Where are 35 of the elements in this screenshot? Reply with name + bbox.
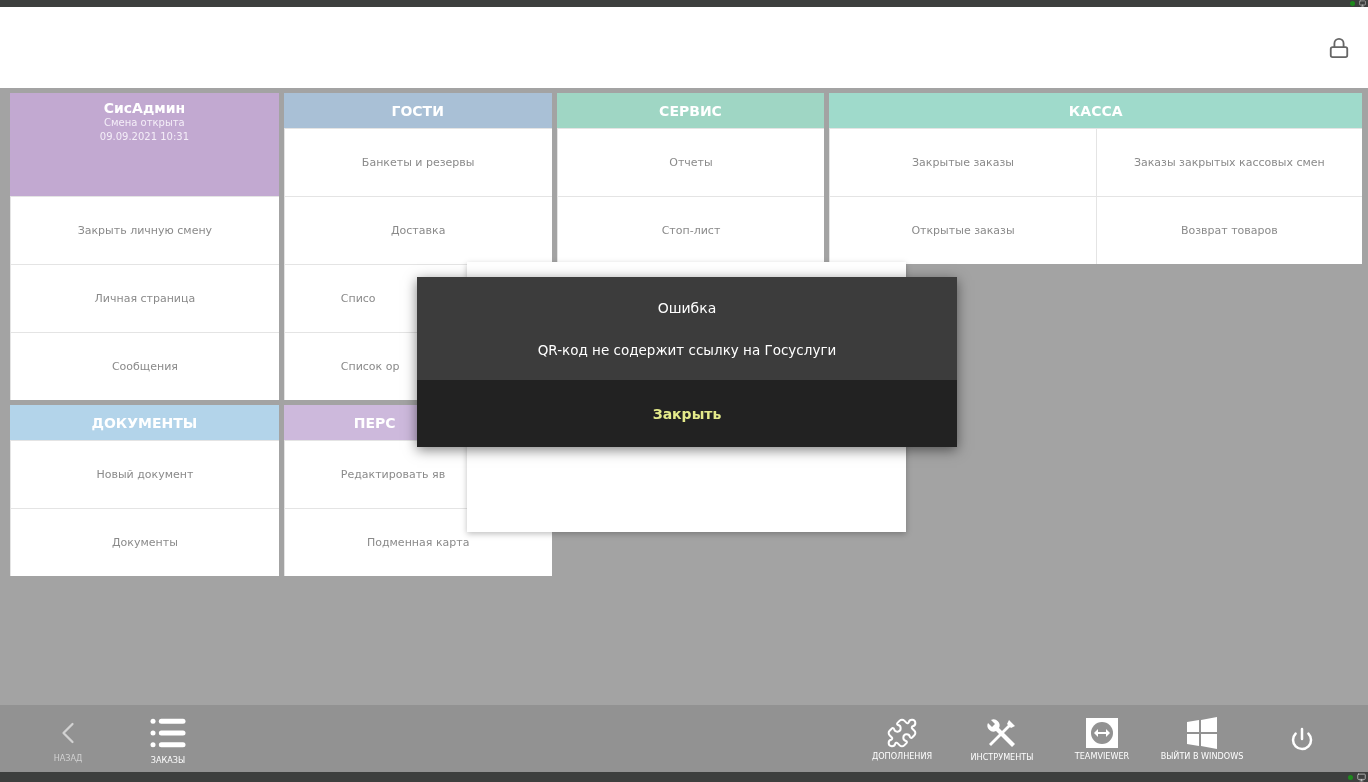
- dialog-title: Ошибка: [657, 299, 717, 316]
- toolbar-button[interactable]: ВЫЙТИ В WINDOWS: [1156, 705, 1248, 772]
- toolbar-button[interactable]: ЗАКАЗЫ: [122, 705, 214, 772]
- toolbar-button[interactable]: ДОПОЛНЕНИЯ: [856, 705, 948, 772]
- menu-tile[interactable]: Документы: [10, 508, 279, 576]
- section-title: КАССА: [1068, 102, 1123, 119]
- section-title: СЕРВИС: [659, 102, 722, 119]
- menu-tile[interactable]: Личная страница: [10, 264, 279, 332]
- shift-status-text: Смена открыта: [104, 116, 185, 130]
- status-dot: [1350, 1, 1355, 6]
- section-title: ПЕРС: [353, 414, 396, 431]
- puzzle-icon: [886, 716, 918, 749]
- monitor-icon: [1359, 0, 1366, 7]
- toolbar-button[interactable]: ИНСТРУМЕНТЫ: [956, 705, 1048, 772]
- shift-status-text: 09.09.2021 10:31: [99, 130, 190, 144]
- section-title: СисАдмин: [103, 100, 186, 116]
- toolbar-button[interactable]: TEAMVIEWER: [1056, 705, 1148, 772]
- menu-tile[interactable]: Заказы закрытых кассовых смен: [1095, 128, 1362, 196]
- menu-tile[interactable]: Закрытые заказы: [829, 128, 1096, 196]
- dialog-message: QR-код не содержит ссылку на Госуслуги: [537, 341, 837, 358]
- menu-tile[interactable]: Сообщения: [10, 332, 279, 400]
- status-dot: [1348, 774, 1353, 780]
- windows-logo-icon: [1186, 716, 1218, 749]
- section-title: ГОСТИ: [391, 102, 444, 119]
- power-icon: [1290, 726, 1314, 751]
- monitor-icon: [1357, 772, 1366, 782]
- menu-tile[interactable]: Возврат товаров: [1095, 196, 1362, 264]
- menu-tile[interactable]: Банкеты и резервы: [283, 128, 552, 196]
- menu-tile[interactable]: Закрыть личную смену: [10, 196, 279, 264]
- section-title: ДОКУМЕНТЫ: [91, 414, 198, 431]
- lock-icon[interactable]: [1328, 36, 1350, 59]
- close-button[interactable]: Закрыть: [417, 380, 957, 447]
- menu-tile[interactable]: Отчеты: [556, 128, 825, 196]
- teamviewer-icon: [1085, 716, 1119, 749]
- menu-tile[interactable]: Новый документ: [10, 440, 279, 508]
